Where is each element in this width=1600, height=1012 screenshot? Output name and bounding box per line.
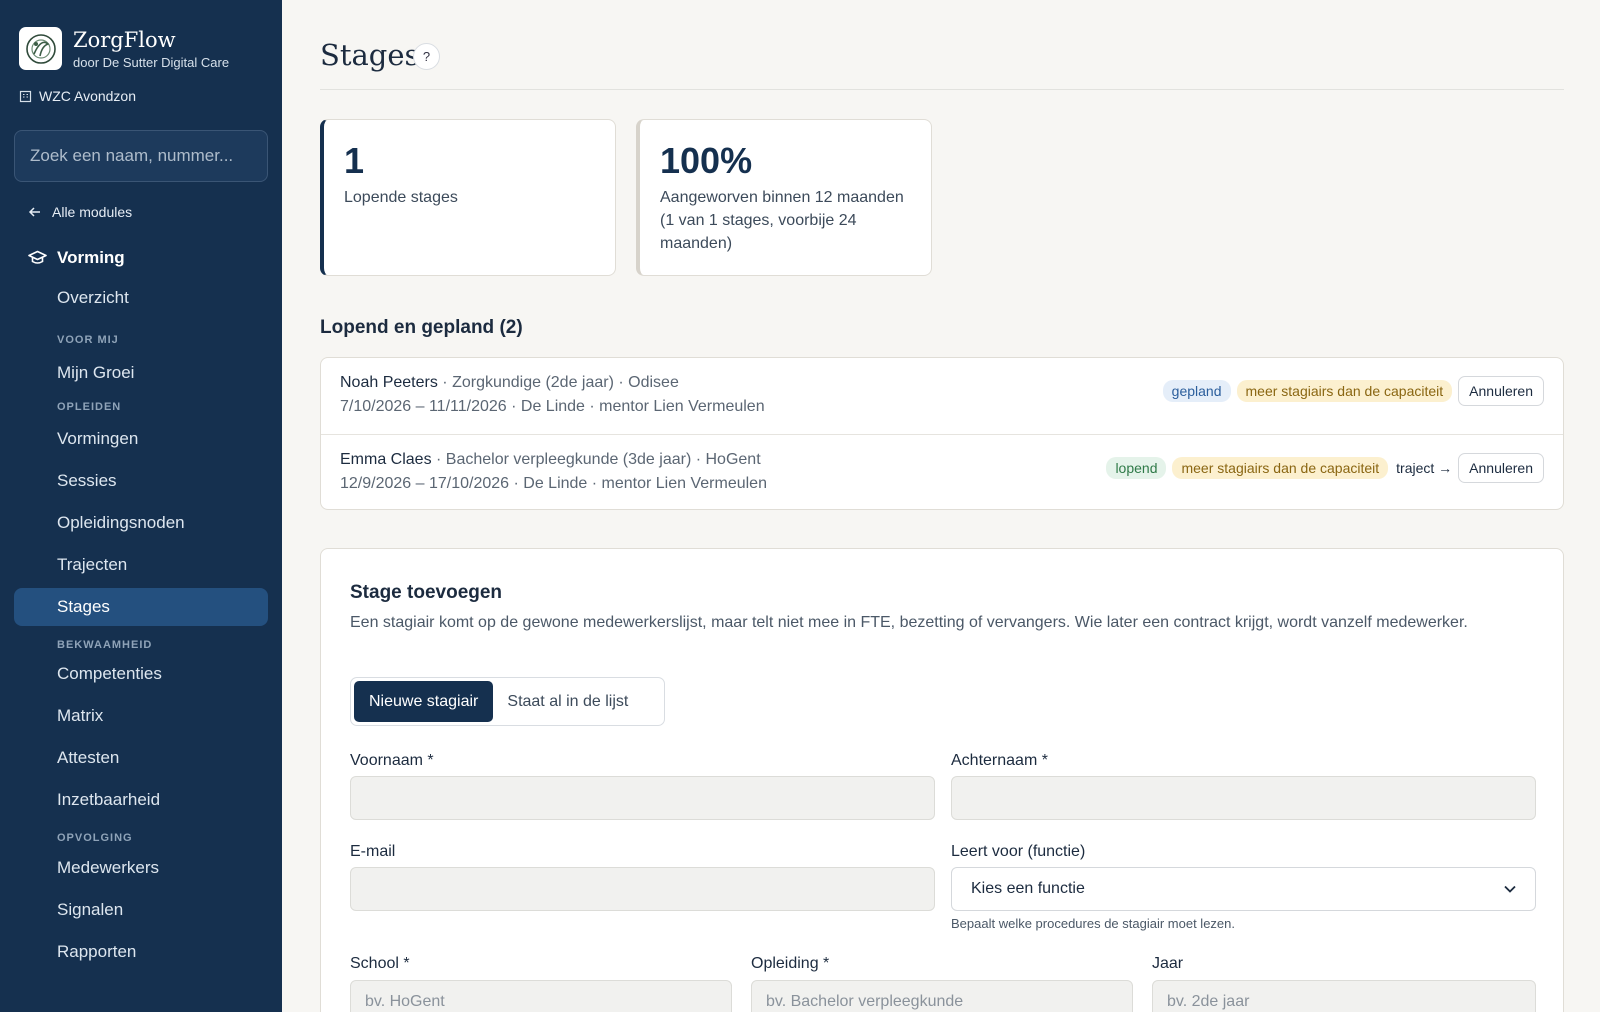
nav-medewerkers[interactable]: Medewerkers <box>14 849 268 887</box>
mode-toggle: Nieuwe stagiair Staat al in de lijst <box>350 677 665 726</box>
nav-section-opvolging: OPVOLGING <box>57 832 133 844</box>
stat-card-lopende: 1 Lopende stages <box>320 119 616 276</box>
brand[interactable]: ZorgFlow door De Sutter Digital Care <box>19 27 229 70</box>
nav-vormingen[interactable]: Vormingen <box>14 420 268 458</box>
functie-select[interactable]: Kies een functie <box>951 867 1536 911</box>
cancel-button[interactable]: Annuleren <box>1458 453 1544 483</box>
form-description: Een stagiair komt op de gewone medewerke… <box>350 614 1468 631</box>
brand-name: ZorgFlow <box>73 27 176 52</box>
sidebar: ZorgFlow door De Sutter Digital Care WZC… <box>0 0 282 1012</box>
nav-inzetbaarheid[interactable]: Inzetbaarheid <box>14 781 268 819</box>
site-name: WZC Avondzon <box>39 88 137 104</box>
school-input[interactable] <box>350 980 732 1012</box>
chevron-down-icon <box>1504 885 1516 893</box>
warning-badge: meer stagiairs dan de capaciteit <box>1236 380 1453 402</box>
cancel-button[interactable]: Annuleren <box>1458 376 1544 406</box>
logo-icon <box>19 27 62 70</box>
tab-staat-al-in-lijst[interactable]: Staat al in de lijst <box>493 681 642 722</box>
list-item[interactable]: Noah Peeters · Zorgkundige (2de jaar) · … <box>321 358 1563 434</box>
nav-competenties[interactable]: Competenties <box>14 655 268 693</box>
stat-label: Lopende stages <box>344 189 458 206</box>
add-stage-form: Stage toevoegen Een stagiair komt op de … <box>320 548 1564 1012</box>
stagiair-detail: · Bachelor verpleegkunde (3de jaar) · Ho… <box>431 451 761 468</box>
functie-value: Kies een functie <box>971 880 1085 897</box>
nav-section-voor-mij: VOOR MIJ <box>57 334 119 346</box>
nav-signalen[interactable]: Signalen <box>14 891 268 929</box>
module-label: Vorming <box>57 248 125 267</box>
arrow-left-icon <box>28 207 40 217</box>
stagiair-name[interactable]: Noah Peeters <box>340 374 438 391</box>
stat-value: 100% <box>660 140 753 181</box>
achternaam-label: Achternaam * <box>951 752 1048 769</box>
voornaam-input[interactable] <box>350 776 935 820</box>
nav-overzicht[interactable]: Overzicht <box>14 279 268 317</box>
email-input[interactable] <box>350 867 935 911</box>
nav-section-bekwaamheid: BEKWAAMHEID <box>57 639 153 651</box>
stagiair-detail: · Zorgkundige (2de jaar) · Odisee <box>437 374 679 391</box>
status-badge: lopend <box>1106 457 1167 479</box>
jaar-label: Jaar <box>1152 955 1184 972</box>
nav-attesten[interactable]: Attesten <box>14 739 268 777</box>
stat-value: 1 <box>344 140 365 181</box>
title-divider <box>320 89 1564 90</box>
nav-section-opleiden: OPLEIDEN <box>57 401 122 413</box>
achternaam-input[interactable] <box>951 776 1536 820</box>
functie-label: Leert voor (functie) <box>951 843 1086 860</box>
nav-rapporten[interactable]: Rapporten <box>14 933 268 971</box>
nav-sessies[interactable]: Sessies <box>14 462 268 500</box>
nav-stages[interactable]: Stages <box>14 588 268 626</box>
stagiair-name[interactable]: Emma Claes <box>340 451 432 468</box>
all-modules-label: Alle modules <box>52 204 133 220</box>
nav-opleidingsnoden[interactable]: Opleidingsnoden <box>14 504 268 542</box>
nav-matrix[interactable]: Matrix <box>14 697 268 735</box>
page-title: Stages <box>320 38 420 72</box>
voornaam-label: Voornaam * <box>350 752 434 769</box>
nav-trajecten[interactable]: Trajecten <box>14 546 268 584</box>
stage-list: Noah Peeters · Zorgkundige (2de jaar) · … <box>320 357 1564 510</box>
stat-label: Aangeworven binnen 12 maanden (1 van 1 s… <box>660 189 904 252</box>
graduation-cap-icon <box>28 250 47 264</box>
nav-mijn-groei[interactable]: Mijn Groei <box>14 354 268 392</box>
warning-badge: meer stagiairs dan de capaciteit <box>1172 457 1389 479</box>
status-badge: gepland <box>1162 380 1231 402</box>
jaar-input[interactable] <box>1152 980 1536 1012</box>
brand-subtitle: door De Sutter Digital Care <box>73 54 230 70</box>
traject-link[interactable]: traject → <box>1396 460 1452 476</box>
site-selector[interactable]: WZC Avondzon <box>19 88 136 104</box>
all-modules-link[interactable]: Alle modules <box>28 204 132 220</box>
tab-nieuwe-stagiair[interactable]: Nieuwe stagiair <box>354 681 494 722</box>
building-icon <box>19 90 32 102</box>
list-item[interactable]: Emma Claes · Bachelor verpleegkunde (3de… <box>321 434 1563 510</box>
opleiding-input[interactable] <box>751 980 1133 1012</box>
opleiding-label: Opleiding * <box>751 955 830 972</box>
form-title: Stage toevoegen <box>350 582 503 603</box>
module-title[interactable]: Vorming <box>28 248 125 268</box>
stat-card-aangeworven: 100% Aangeworven binnen 12 maanden (1 va… <box>636 119 932 276</box>
list-heading: Lopend en gepland (2) <box>320 317 523 338</box>
search-input[interactable] <box>14 130 268 182</box>
help-button[interactable]: ? <box>413 43 440 70</box>
email-label: E-mail <box>350 843 396 860</box>
school-label: School * <box>350 955 410 972</box>
functie-hint: Bepaalt welke procedures de stagiair moe… <box>951 916 1235 931</box>
